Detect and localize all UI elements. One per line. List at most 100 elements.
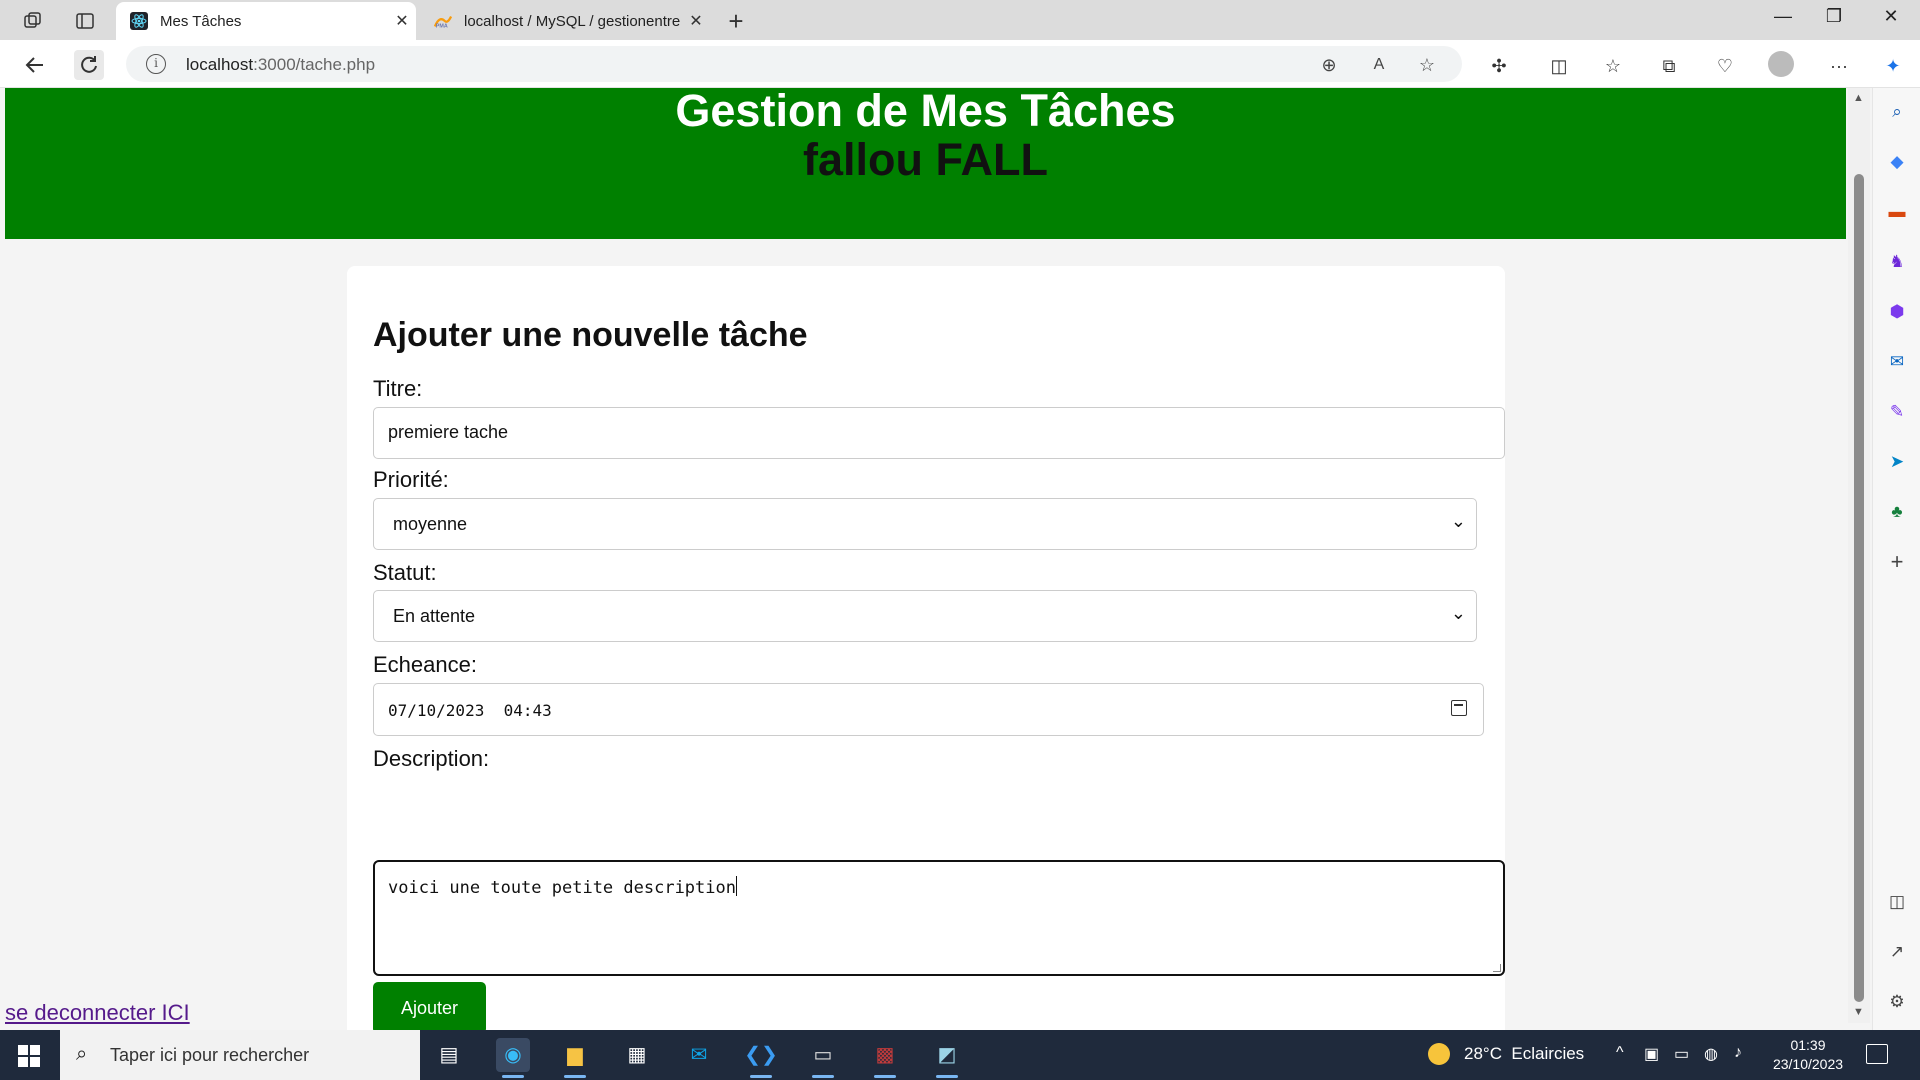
taskbar-search[interactable]: ⌕ Taper ici pour rechercher [60,1030,420,1080]
volume-icon[interactable]: ♪ [1734,1044,1742,1062]
open-external-icon[interactable]: ↗ [1885,940,1909,964]
back-icon[interactable] [20,50,50,80]
close-tab-icon[interactable]: ✕ [388,11,416,31]
clock[interactable]: 01:39 23/10/2023 [1768,1036,1848,1074]
clock-date: 23/10/2023 [1772,1056,1844,1072]
games-icon[interactable]: ♞ [1885,250,1909,274]
status-select[interactable]: En attente ⌄ [373,590,1477,642]
title-input[interactable]: premiere tache [373,407,1505,459]
page-content: Gestion de Mes Tâches fallou FALL Ajoute… [0,85,1848,1060]
search-icon: ⌕ [76,1043,88,1065]
edge-sidebar: ⌕ ◆ ▬ ♞ ⬢ ✉ ✎ ➤ ♣ + ◫ ↗ ⚙ [1872,88,1920,1030]
restore-icon[interactable]: ❐ [1807,6,1861,27]
workspaces-icon[interactable] [20,8,46,34]
battery-icon[interactable]: ▭ [1674,1044,1689,1064]
priority-label: Priorité: [373,467,449,492]
send-icon[interactable]: ➤ [1885,450,1909,474]
designer-icon[interactable]: ✎ [1885,400,1909,424]
page-title: Gestion de Mes Tâches [675,85,1176,136]
settings-gear-icon[interactable]: ⚙ [1885,990,1909,1014]
extensions-icon[interactable]: ✣ [1486,53,1512,79]
new-tab-icon[interactable]: + [722,6,750,37]
windows-start-icon[interactable] [18,1045,40,1067]
site-info-icon[interactable]: i [146,54,166,74]
page-header: Gestion de Mes Tâches fallou FALL [5,85,1846,239]
system-tray-icon[interactable]: ▣ [1644,1044,1659,1064]
favorite-star-icon[interactable]: ☆ [1416,54,1438,76]
notifications-icon[interactable] [1866,1044,1888,1064]
split-screen-icon[interactable]: ◫ [1546,53,1572,79]
close-tab-icon[interactable]: ✕ [682,11,710,31]
tab-actions-icon[interactable] [72,8,98,34]
calendar-icon[interactable] [1451,700,1467,716]
priority-select[interactable]: moyenne ⌄ [373,498,1477,550]
notes-app-icon[interactable]: ◩ [930,1038,964,1078]
collections-icon[interactable]: ⧉ [1656,53,1682,79]
taskbar-search-placeholder: Taper ici pour rechercher [110,1045,310,1065]
vscode-icon[interactable]: ❮❯ [744,1038,778,1078]
browser-tab-bar: Mes Tâches ✕ PMA localhost / MySQL / ges… [0,0,1920,40]
read-aloud-icon[interactable]: A [1368,54,1390,76]
edge-icon[interactable]: ◉ [496,1038,530,1078]
favorites-icon[interactable]: ☆ [1600,53,1626,79]
due-date-label: Echeance: [373,652,477,677]
status-label: Statut: [373,560,437,585]
address-bar[interactable]: i localhost:3000/tache.php ⊕ A ☆ [126,46,1462,82]
winrar-icon[interactable]: ▩ [868,1038,902,1078]
mail-icon[interactable]: ✉ [682,1038,716,1072]
scroll-down-icon[interactable]: ▼ [1853,1006,1864,1018]
profile-avatar[interactable] [1768,51,1794,77]
zoom-icon[interactable]: ⊕ [1318,54,1340,76]
svg-text:PMA: PMA [436,23,448,29]
terminal-icon[interactable]: ▭ [806,1038,840,1078]
add-icon[interactable]: + [1885,550,1909,574]
tab-title: localhost / MySQL / gestionentre [464,12,681,30]
tree-icon[interactable]: ♣ [1885,500,1909,524]
logout-link[interactable]: se deconnecter ICI [5,1000,190,1026]
refresh-icon[interactable] [74,50,104,80]
url-text: localhost:3000/tache.php [186,55,376,74]
weather-text: 28°C Eclaircies [1464,1044,1585,1063]
clock-time: 01:39 [1790,1037,1826,1053]
browser-essentials-icon[interactable]: ♡ [1712,53,1738,79]
form-heading: Ajouter une nouvelle tâche [373,316,808,354]
windows-taskbar: ⌕ Taper ici pour rechercher ▤ ◉ ▆ ▦ ✉ ❮❯… [0,1030,1920,1080]
resize-grip-icon[interactable] [1493,964,1501,972]
search-icon[interactable]: ⌕ [1885,100,1909,124]
copilot-icon[interactable]: ✦ [1880,53,1906,79]
due-date-input[interactable]: 07/10/2023 04:43 [373,683,1484,736]
tools-icon[interactable]: ▬ [1885,200,1909,224]
file-explorer-icon[interactable]: ▆ [558,1038,592,1078]
scrollbar-thumb[interactable] [1854,174,1864,1002]
microsoft-365-icon[interactable]: ⬢ [1885,300,1909,324]
network-icon[interactable]: ◍ [1704,1044,1718,1064]
weather-widget[interactable]: 28°C Eclaircies [1428,1043,1584,1065]
due-date-value: 07/10/2023 04:43 [388,701,552,720]
user-name: fallou FALL [803,133,1048,185]
status-select-value: En attente [393,606,476,626]
shopping-icon[interactable]: ◆ [1885,150,1909,174]
priority-select-value: moyenne [393,514,468,534]
task-view-icon[interactable]: ▤ [432,1038,466,1072]
weather-icon [1428,1043,1450,1065]
add-task-button[interactable]: Ajouter [373,982,486,1034]
more-options-icon[interactable]: ··· [1826,53,1852,79]
task-form-card: Ajouter une nouvelle tâche Titre: premie… [347,266,1505,1060]
chevron-down-icon: ⌄ [1450,511,1466,531]
tab-mes-taches[interactable]: Mes Tâches ✕ [116,2,416,40]
page-scrollbar[interactable]: ▲ ▼ [1848,88,1870,1023]
chevron-up-icon[interactable]: ^ [1616,1044,1624,1062]
description-textarea[interactable]: voici une toute petite description [373,860,1505,976]
chevron-down-icon: ⌄ [1450,603,1466,623]
outlook-icon[interactable]: ✉ [1885,350,1909,374]
title-label: Titre: [373,376,423,401]
close-window-icon[interactable]: ✕ [1864,6,1918,27]
react-icon [130,12,148,30]
minimize-icon[interactable]: — [1756,6,1810,27]
store-icon[interactable]: ▦ [620,1038,654,1072]
phpmyadmin-icon: PMA [434,12,452,30]
tab-phpmyadmin[interactable]: PMA localhost / MySQL / gestionentre ✕ [420,2,710,40]
description-value: voici une toute petite description [388,878,736,898]
scroll-up-icon[interactable]: ▲ [1853,92,1864,104]
sidebar-toggle-icon[interactable]: ◫ [1885,890,1909,914]
